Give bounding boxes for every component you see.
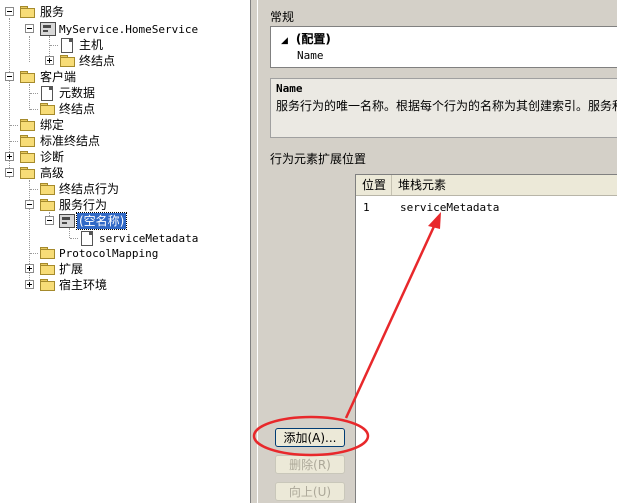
- tree-item-label: 绑定: [40, 118, 65, 132]
- collapse-icon[interactable]: [25, 24, 34, 33]
- add-button[interactable]: 添加(A)...: [275, 428, 345, 447]
- tree-item-label: 客户端: [40, 70, 77, 84]
- tree-item-label: 终结点行为: [59, 182, 120, 196]
- tree-item-label: 标准终结点: [40, 134, 101, 148]
- tree-item-label-selected: (空名称): [75, 212, 128, 230]
- folder-icon: [20, 135, 35, 147]
- folder-icon: [60, 55, 75, 67]
- folder-icon: [20, 167, 35, 179]
- table-header: 位置 堆栈元素: [356, 175, 617, 196]
- property-category-label: (配置): [295, 32, 331, 46]
- extensions-section-title: 行为元素扩展位置: [270, 152, 367, 166]
- tree-item-label: 高级: [40, 166, 65, 180]
- property-grid[interactable]: ◢ (配置) Name: [270, 26, 617, 68]
- tree-connector: [49, 36, 50, 58]
- tree-item-label: 终结点: [79, 54, 116, 68]
- table-cell-element[interactable]: serviceMetadata: [400, 201, 499, 214]
- description-text: 服务行为的唯一名称。根据每个行为的名称为其创建索引。服务和: [276, 99, 617, 113]
- folder-icon: [20, 6, 35, 18]
- collapse-icon[interactable]: [25, 200, 34, 209]
- collapse-icon[interactable]: [5, 168, 14, 177]
- move-up-button[interactable]: 向上(U): [275, 482, 345, 501]
- tree-connector: [10, 141, 18, 142]
- tree-connector: [29, 84, 30, 110]
- property-name[interactable]: Name: [297, 49, 324, 62]
- folder-icon: [40, 183, 55, 195]
- remove-button[interactable]: 删除(R): [275, 455, 345, 474]
- tree-connector: [50, 45, 58, 46]
- folder-icon: [20, 71, 35, 83]
- collapse-icon[interactable]: [5, 72, 14, 81]
- description-box: Name 服务行为的唯一名称。根据每个行为的名称为其创建索引。服务和: [270, 78, 617, 138]
- tree-item-label: 终结点: [59, 102, 96, 116]
- expand-icon[interactable]: [25, 264, 34, 273]
- tree-item-label: MyService.HomeService: [59, 23, 199, 36]
- collapse-icon[interactable]: [5, 7, 14, 16]
- document-icon: [61, 38, 73, 53]
- tree-item-label: ProtocolMapping: [59, 247, 159, 260]
- collapse-triangle-icon[interactable]: ◢: [281, 36, 288, 46]
- folder-icon: [40, 279, 55, 291]
- config-tree[interactable]: 服务 MyService.HomeService 主机 终结点 客户端 元数据 …: [0, 0, 250, 503]
- tree-item-label: 扩展: [59, 262, 84, 276]
- tree-item-label: 主机: [79, 38, 104, 52]
- tree-connector: [10, 125, 18, 126]
- collapse-icon[interactable]: [45, 216, 54, 225]
- tree-connector: [30, 109, 38, 110]
- behavior-icon: [59, 214, 75, 228]
- folder-icon: [40, 199, 55, 211]
- folder-icon: [40, 103, 55, 115]
- expand-icon[interactable]: [45, 56, 54, 65]
- extension-table[interactable]: 位置 堆栈元素 1 serviceMetadata: [355, 174, 617, 503]
- property-category[interactable]: ◢ (配置): [281, 30, 331, 47]
- tree-connector: [70, 238, 78, 239]
- tree-item-label: 诊断: [40, 150, 65, 164]
- document-icon: [81, 231, 93, 246]
- column-header-position[interactable]: 位置: [356, 175, 392, 195]
- panel-splitter[interactable]: [250, 0, 258, 503]
- tree-item-label: 宿主环境: [59, 278, 108, 292]
- tree-connector: [30, 189, 38, 190]
- folder-icon: [20, 151, 35, 163]
- tree-item-label: 服务行为: [59, 198, 108, 212]
- tree-connector: [30, 253, 38, 254]
- folder-icon: [40, 263, 55, 275]
- table-cell-position[interactable]: 1: [363, 201, 370, 214]
- tree-connector: [29, 36, 30, 62]
- service-icon: [40, 22, 56, 36]
- tree-item-label: 元数据: [59, 86, 96, 100]
- expand-icon[interactable]: [25, 280, 34, 289]
- general-section-title: 常规: [270, 10, 295, 24]
- tree-connector: [69, 228, 70, 238]
- description-title: Name: [276, 82, 303, 95]
- behavior-details-panel: 常规 ◢ (配置) Name Name 服务行为的唯一名称。根据每个行为的名称为其…: [258, 0, 617, 503]
- folder-icon: [40, 247, 55, 259]
- tree-item-label: 服务: [40, 5, 65, 19]
- tree-item-label: serviceMetadata: [99, 232, 199, 245]
- folder-icon: [20, 119, 35, 131]
- expand-icon[interactable]: [5, 152, 14, 161]
- tree-connector: [30, 93, 38, 94]
- column-header-stack-element[interactable]: 堆栈元素: [392, 175, 617, 195]
- document-icon: [41, 86, 53, 101]
